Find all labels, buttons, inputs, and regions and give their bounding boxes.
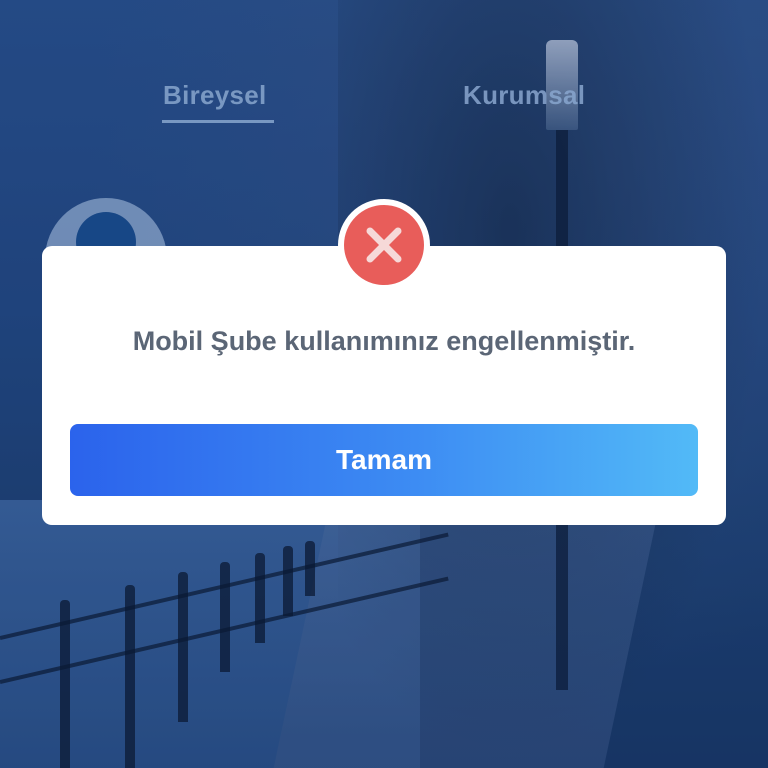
dialog-message: Mobil Şube kullanımınız engellenmiştir. (132, 326, 636, 356)
ok-button[interactable]: Tamam (70, 424, 698, 496)
error-x-icon (344, 205, 424, 285)
error-badge (338, 199, 430, 291)
